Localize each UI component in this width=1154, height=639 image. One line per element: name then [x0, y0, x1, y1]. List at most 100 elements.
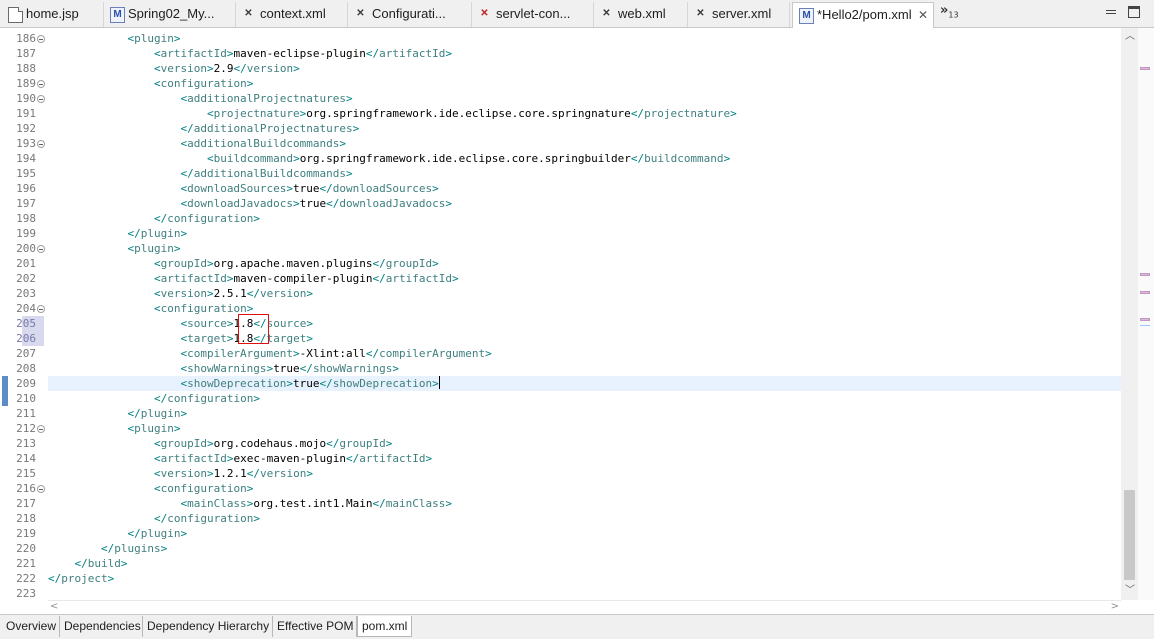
xml-bracket: < — [153, 62, 161, 75]
xml-tag-name: additionalProjectnatures — [193, 122, 353, 135]
scroll-left-arrow-icon[interactable]: < — [50, 601, 58, 612]
code-line[interactable]: <downloadSources>true</downloadSources> — [48, 181, 1121, 196]
scroll-right-arrow-icon[interactable]: > — [1111, 601, 1119, 612]
xml-text — [48, 422, 127, 435]
code-line[interactable]: <source>1.8</source> — [48, 316, 1121, 331]
minimize-button[interactable] — [1104, 4, 1118, 18]
xml-bracket: </ — [233, 62, 247, 75]
fold-toggle-icon[interactable] — [37, 95, 45, 103]
xml-bracket: </ — [372, 257, 386, 270]
code-line[interactable]: <mainClass>org.test.int1.Main</mainClass… — [48, 496, 1121, 511]
code-line[interactable]: </project> — [48, 571, 1121, 586]
code-editor[interactable]: 186 187 188 189 190 191 192 193 194 195 196 197 198 1… — [0, 28, 1154, 600]
tab-home-jsp[interactable]: home.jsp — [2, 2, 104, 27]
code-line[interactable]: <additionalProjectnatures> — [48, 91, 1121, 106]
xml-text: true — [293, 377, 320, 390]
code-line[interactable]: <plugin> — [48, 31, 1121, 46]
tab-dependency-hierarchy[interactable]: Dependency Hierarchy — [143, 616, 273, 637]
line-number: 194 — [16, 152, 36, 165]
code-line[interactable]: <version>1.2.1</version> — [48, 466, 1121, 481]
tab-label: servlet-con... — [496, 6, 571, 21]
code-line[interactable]: </configuration> — [48, 391, 1121, 406]
fold-toggle-icon[interactable] — [37, 140, 45, 148]
code-line[interactable]: <downloadJavadocs>true</downloadJavadocs… — [48, 196, 1121, 211]
line-number: 196 — [16, 182, 36, 195]
tab-hello2-pom-xml[interactable]: M *Hello2/pom.xml ✕ — [792, 2, 934, 29]
fold-toggle-icon[interactable] — [37, 485, 45, 493]
tab-configuration[interactable]: ✕ Configurati... — [348, 2, 472, 27]
fold-toggle-icon[interactable] — [37, 425, 45, 433]
tab-effective-pom[interactable]: Effective POM — [273, 616, 357, 637]
code-line[interactable]: <groupId>org.codehaus.mojo</groupId> — [48, 436, 1121, 451]
code-line[interactable]: <groupId>org.apache.maven.plugins</group… — [48, 256, 1121, 271]
line-number: 203 — [16, 287, 36, 300]
code-line[interactable]: <target>1.8</target> — [48, 331, 1121, 346]
scrollbar-thumb[interactable] — [1124, 490, 1135, 580]
xml-text — [48, 392, 154, 405]
tab-spring02-my[interactable]: M Spring02_My... — [104, 2, 236, 27]
code-line[interactable]: <plugin> — [48, 421, 1121, 436]
more-tabs-button[interactable]: »13 — [940, 3, 959, 20]
horizontal-scrollbar[interactable]: < > — [48, 600, 1121, 615]
line-number: 200 — [16, 242, 36, 255]
fold-toggle-icon[interactable] — [37, 245, 45, 253]
code-line[interactable]: </build> — [48, 556, 1121, 571]
code-line[interactable]: <artifactId>maven-eclipse-plugin</artifa… — [48, 46, 1121, 61]
occurrence-marker[interactable] — [1140, 318, 1150, 321]
xml-text — [48, 152, 207, 165]
occurrence-marker[interactable] — [1140, 67, 1150, 70]
code-line[interactable]: </configuration> — [48, 511, 1121, 526]
code-line[interactable]: </plugin> — [48, 406, 1121, 421]
xml-bracket: > — [206, 467, 214, 480]
overview-ruler[interactable] — [1138, 28, 1154, 600]
code-line[interactable]: <plugin> — [48, 241, 1121, 256]
code-line[interactable]: <configuration> — [48, 301, 1121, 316]
occurrence-marker[interactable] — [1140, 291, 1150, 294]
tab-pom-xml[interactable]: pom.xml — [357, 616, 412, 637]
scroll-up-arrow-icon[interactable]: ︿ — [1125, 32, 1135, 42]
code-line[interactable]: <version>2.9</version> — [48, 61, 1121, 76]
code-line[interactable]: <configuration> — [48, 76, 1121, 91]
tab-label: Effective POM — [277, 619, 354, 633]
code-line[interactable]: </additionalBuildcommands> — [48, 166, 1121, 181]
code-line[interactable]: <showDeprecation>true</showDeprecation> — [48, 376, 1121, 391]
code-line[interactable]: <version>2.5.1</version> — [48, 286, 1121, 301]
code-line[interactable]: <buildcommand>org.springframework.ide.ec… — [48, 151, 1121, 166]
code-line[interactable]: </configuration> — [48, 211, 1121, 226]
code-line[interactable]: </plugin> — [48, 226, 1121, 241]
code-line[interactable]: </plugin> — [48, 526, 1121, 541]
code-line[interactable]: <compilerArgument>-Xlint:all</compilerAr… — [48, 346, 1121, 361]
maximize-button[interactable] — [1128, 6, 1140, 18]
line-number: 201 — [16, 257, 36, 270]
close-tab-icon[interactable]: ✕ — [918, 3, 928, 27]
tab-servlet-context[interactable]: ✕ servlet-con... — [472, 2, 594, 27]
xml-bracket: > — [346, 92, 353, 105]
code-line[interactable]: </additionalProjectnatures> — [48, 121, 1121, 136]
tab-context-xml[interactable]: ✕ context.xml — [236, 2, 348, 27]
code-line[interactable]: <configuration> — [48, 481, 1121, 496]
scroll-down-arrow-icon[interactable]: ﹀ — [1125, 586, 1135, 596]
xml-bracket: < — [153, 482, 161, 495]
tab-web-xml[interactable]: ✕ web.xml — [594, 2, 688, 27]
xml-text — [48, 287, 154, 300]
code-line[interactable]: <artifactId>maven-compiler-plugin</artif… — [48, 271, 1121, 286]
fold-toggle-icon[interactable] — [37, 305, 45, 313]
occurrence-marker[interactable] — [1140, 273, 1150, 276]
fold-toggle-icon[interactable] — [37, 80, 45, 88]
tab-server-xml[interactable]: ✕ server.xml — [688, 2, 790, 27]
code-line[interactable]: <showWarnings>true</showWarnings> — [48, 361, 1121, 376]
xml-bracket: </ — [153, 392, 168, 405]
xml-text: true — [299, 197, 327, 210]
fold-toggle-icon[interactable] — [37, 35, 45, 43]
tab-dependencies[interactable]: Dependencies — [60, 616, 143, 637]
code-line[interactable]: <projectnature>org.springframework.ide.e… — [48, 106, 1121, 121]
code-line[interactable]: <additionalBuildcommands> — [48, 136, 1121, 151]
xml-text — [48, 167, 180, 180]
xml-bracket: </ — [630, 107, 645, 120]
code-area[interactable]: <plugin> <artifactId>maven-eclipse-plugi… — [48, 28, 1121, 600]
tab-overview[interactable]: Overview — [2, 616, 60, 637]
vertical-scrollbar[interactable]: ︿ ﹀ — [1121, 28, 1138, 600]
code-line[interactable]: </plugins> — [48, 541, 1121, 556]
code-line[interactable] — [48, 586, 1121, 600]
code-line[interactable]: <artifactId>exec-maven-plugin</artifactI… — [48, 451, 1121, 466]
